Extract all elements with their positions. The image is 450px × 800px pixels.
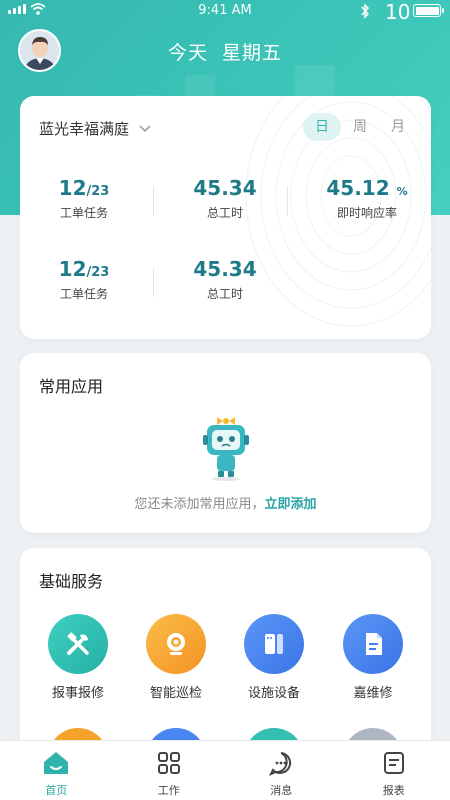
tab-day[interactable]: 日	[303, 113, 341, 141]
wrench-hammer-icon	[48, 614, 108, 674]
empty-state-text: 您还未添加常用应用，立即添加	[20, 493, 431, 512]
period-tabs: 日 周 月	[303, 113, 417, 141]
tab-week[interactable]: 周	[341, 113, 379, 141]
status-time: 9:41 AM	[198, 3, 252, 18]
device-icon	[244, 614, 304, 674]
stat-work-orders[interactable]: 12/23 工单任务	[24, 257, 144, 302]
add-now-link[interactable]: 立即添加	[265, 497, 317, 512]
stat-value: 45.34	[193, 176, 257, 200]
project-selector[interactable]: 蓝光幸福满庭	[39, 118, 151, 139]
stat-value: 12	[58, 257, 87, 281]
robot-mascot-icon	[203, 417, 249, 481]
stat-label: 工单任务	[59, 206, 108, 220]
divider	[153, 267, 154, 297]
service-facilities[interactable]: 设施设备	[229, 614, 319, 701]
stat-label: 总工时	[206, 206, 243, 220]
tab-label: 工作	[157, 784, 180, 797]
stat-label: 即时响应率	[336, 206, 397, 220]
stat-response-rate[interactable]: 45.12 % 即时响应率	[302, 176, 431, 221]
stat-label: 总工时	[206, 287, 243, 301]
report-icon	[383, 752, 404, 774]
empty-message: 您还未添加常用应用，	[134, 497, 265, 512]
stat-label: 工单任务	[59, 287, 108, 301]
service-report-repair[interactable]: 报事报修	[33, 614, 123, 701]
tab-reports[interactable]: 报表	[338, 741, 450, 800]
message-icon	[269, 752, 292, 776]
stat-value: 12	[58, 176, 87, 200]
home-icon	[44, 752, 69, 774]
document-icon	[343, 614, 403, 674]
stat-work-orders[interactable]: 12/23 工单任务	[24, 176, 144, 221]
project-name: 蓝光幸福满庭	[39, 120, 130, 138]
service-label: 报事报修	[51, 686, 104, 701]
page-title: 今天 星期五	[167, 42, 283, 64]
tab-label: 报表	[382, 784, 405, 797]
stat-suffix: %	[396, 185, 408, 198]
tab-home[interactable]: 首页	[0, 741, 113, 800]
tab-messages[interactable]: 消息	[225, 741, 338, 800]
bluetooth-icon	[361, 3, 370, 19]
chevron-down-icon	[139, 124, 151, 132]
service-smart-inspection[interactable]: 智能巡检	[131, 614, 221, 701]
stat-value: 45.12	[326, 176, 390, 200]
tab-label: 首页	[45, 784, 68, 797]
tab-work[interactable]: 工作	[113, 741, 226, 800]
battery-level: 10	[385, 0, 411, 24]
grid-icon	[157, 752, 180, 774]
stat-total-hours[interactable]: 45.34 总工时	[165, 257, 285, 302]
section-title: 常用应用	[39, 377, 104, 396]
divider	[153, 186, 154, 216]
tab-month[interactable]: 月	[379, 113, 417, 141]
service-label: 嘉维修	[353, 686, 393, 701]
divider	[287, 186, 288, 216]
stat-suffix: /23	[86, 265, 110, 280]
stat-suffix: /23	[86, 184, 110, 199]
stats-card: 蓝光幸福满庭 日 周 月 12/23 工单任务 45.34 总工时 45.12 …	[20, 96, 431, 339]
service-jia-repair[interactable]: 嘉维修	[328, 614, 418, 701]
service-label: 智能巡检	[149, 686, 202, 701]
common-apps-card: 常用应用 您还未添加常用应用，立即添加	[20, 353, 431, 533]
tab-label: 消息	[270, 784, 293, 797]
service-label: 设施设备	[247, 686, 300, 701]
stat-value: 45.34	[193, 257, 257, 281]
section-title: 基础服务	[39, 572, 104, 591]
status-bar: 9:41 AM 10	[0, 0, 450, 24]
stat-total-hours[interactable]: 45.34 总工时	[165, 176, 285, 221]
battery-icon	[413, 4, 444, 17]
camera-icon	[146, 614, 206, 674]
bottom-tabbar: 首页 工作 消息 报表	[0, 740, 450, 800]
